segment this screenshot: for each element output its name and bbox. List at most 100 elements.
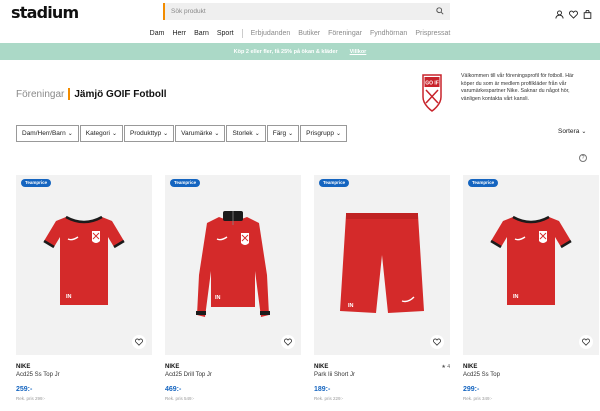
product-price: 299:- <box>463 386 480 393</box>
favorite-button[interactable] <box>579 335 593 349</box>
filter-label: Varumärke <box>181 130 213 137</box>
product-image[interactable]: IN Teamprice <box>463 175 599 355</box>
product-brand: NIKE <box>16 364 31 370</box>
nav-item-foreningar[interactable]: Föreningar <box>324 30 366 37</box>
product-name[interactable]: Acd25 Drill Top Jr <box>165 372 212 378</box>
user-icon[interactable] <box>555 6 564 19</box>
nav-item-sport[interactable]: Sport <box>213 30 238 37</box>
teamprice-badge: Teamprice <box>319 179 350 187</box>
filter-label: Färg <box>272 130 287 137</box>
nav-item-butiker[interactable]: Butiker <box>294 30 324 37</box>
product-name[interactable]: Park Iii Short Jr <box>314 372 355 378</box>
stadium-logo[interactable]: stadium <box>11 3 79 22</box>
club-crest-icon: GO IF <box>422 74 442 112</box>
tshirt-image: IN <box>43 215 125 305</box>
search-bar[interactable] <box>163 3 450 20</box>
heart-icon <box>284 338 292 346</box>
heart-icon <box>433 338 441 346</box>
sort-dropdown[interactable]: Sortera ⌄ <box>558 128 586 135</box>
nav-item-erbjudanden[interactable]: Erbjudanden <box>247 30 295 37</box>
product-card[interactable]: IN Teamprice NIKE Acd25 Ss Top 299:- Rek… <box>463 175 599 411</box>
tshirt-image: IN <box>490 215 572 305</box>
filter-label: Prisgrupp <box>306 130 334 137</box>
title-divider <box>68 88 71 100</box>
promo-terms-link[interactable]: Villkor <box>350 49 367 55</box>
svg-text:IN: IN <box>66 294 72 300</box>
product-card[interactable]: IN Teamprice NIKE Acd25 Drill Top Jr 469… <box>165 175 301 411</box>
filter-bar: Dam/Herr/Barn ⌄ Kategori ⌄ Produkttyp ⌄ Var… <box>16 125 348 142</box>
product-name[interactable]: Acd25 Ss Top Jr <box>16 372 60 378</box>
filter-label: Dam/Herr/Barn <box>22 130 66 137</box>
promo-text: Köp 2 eller fler, få 25% på ökan & kläde… <box>233 48 338 55</box>
nav-item-dam[interactable]: Dam <box>146 30 169 37</box>
filter-label: Produkttyp <box>130 130 162 137</box>
product-price: 189:- <box>314 386 331 393</box>
product-brand: NIKE <box>165 364 180 370</box>
product-reference-price: Rek. pris 229:- <box>314 396 344 401</box>
header-icons <box>555 6 592 19</box>
chevron-down-icon: ⌄ <box>581 129 587 135</box>
svg-text:IN: IN <box>513 294 519 300</box>
bag-icon[interactable] <box>583 6 592 19</box>
filter-size[interactable]: Storlek ⌄ <box>226 125 266 142</box>
favorite-button[interactable] <box>281 335 295 349</box>
chevron-down-icon: ⌄ <box>67 131 73 137</box>
chevron-down-icon: ⌄ <box>163 131 169 137</box>
chevron-down-icon: ⌄ <box>254 131 260 137</box>
club-name: Jämjö GOIF Fotboll <box>74 88 167 100</box>
product-price: 469:- <box>165 386 182 393</box>
nav-item-barn[interactable]: Barn <box>190 30 213 37</box>
heart-icon <box>135 338 143 346</box>
main-nav: Dam Herr Barn Sport Erbjudanden Butiker … <box>0 25 600 41</box>
product-reference-price: Rek. pris 549:- <box>165 396 195 401</box>
filter-label: Storlek <box>232 130 253 137</box>
filter-color[interactable]: Färg ⌄ <box>266 125 300 142</box>
nav-item-fyndhornan[interactable]: Fyndhörnan <box>366 30 411 37</box>
svg-text:IN: IN <box>348 303 354 309</box>
filter-price-group[interactable]: Prisgrupp ⌄ <box>300 125 347 142</box>
breadcrumb-foreningar[interactable]: Föreningar <box>16 89 64 100</box>
product-reference-price: Rek. pris 299:- <box>16 396 46 401</box>
search-icon[interactable] <box>436 7 444 15</box>
filter-gender[interactable]: Dam/Herr/Barn ⌄ <box>16 125 79 142</box>
filter-product-type[interactable]: Produkttyp ⌄ <box>124 125 175 142</box>
club-intro-text: Välkommen till vår föreningsprofil för f… <box>461 73 574 102</box>
favorite-button[interactable] <box>132 335 146 349</box>
drill-top-image: IN <box>196 211 270 317</box>
filter-brand[interactable]: Varumärke ⌄ <box>175 125 226 142</box>
site-header: stadium <box>0 0 600 24</box>
product-price: 259:- <box>16 386 33 393</box>
product-image[interactable]: IN Teamprice <box>165 175 301 355</box>
heart-icon <box>582 338 590 346</box>
product-image[interactable]: IN Teamprice <box>16 175 152 355</box>
teamprice-badge: Teamprice <box>468 179 499 187</box>
product-card[interactable]: IN Teamprice NIKE Acd25 Ss Top Jr 259:- … <box>16 175 152 411</box>
svg-text:IN: IN <box>215 295 221 301</box>
filter-label: Kategori <box>85 130 110 137</box>
sort-label: Sortera <box>558 128 580 135</box>
chevron-down-icon: ⌄ <box>335 131 341 137</box>
search-input[interactable] <box>171 5 426 18</box>
product-brand: NIKE <box>463 364 478 370</box>
product-image[interactable]: IN Teamprice <box>314 175 450 355</box>
filter-category[interactable]: Kategori ⌄ <box>79 125 123 142</box>
crest-text: GO IF <box>425 81 439 87</box>
help-icon[interactable]: ? <box>579 154 587 162</box>
promo-banner: Köp 2 eller fler, få 25% på ökan & kläde… <box>0 43 600 60</box>
heart-icon[interactable] <box>569 6 578 19</box>
teamprice-badge: Teamprice <box>170 179 201 187</box>
chevron-down-icon: ⌄ <box>214 131 220 137</box>
teamprice-badge: Teamprice <box>21 179 52 187</box>
shorts-image: IN <box>340 213 424 313</box>
product-brand: NIKE <box>314 364 329 370</box>
nav-item-prispressat[interactable]: Prispressat <box>411 30 454 37</box>
favorite-button[interactable] <box>430 335 444 349</box>
page-title: Föreningar Jämjö GOIF Fotboll <box>16 88 167 100</box>
product-name[interactable]: Acd25 Ss Top <box>463 372 500 378</box>
product-card[interactable]: IN Teamprice NIKE ★ 4 Park Iii Short Jr … <box>314 175 450 411</box>
product-reference-price: Rek. pris 349:- <box>463 396 493 401</box>
nav-item-herr[interactable]: Herr <box>168 30 190 37</box>
nav-divider <box>241 28 243 38</box>
product-rating: ★ 4 <box>441 364 450 370</box>
chevron-down-icon: ⌄ <box>111 131 117 137</box>
